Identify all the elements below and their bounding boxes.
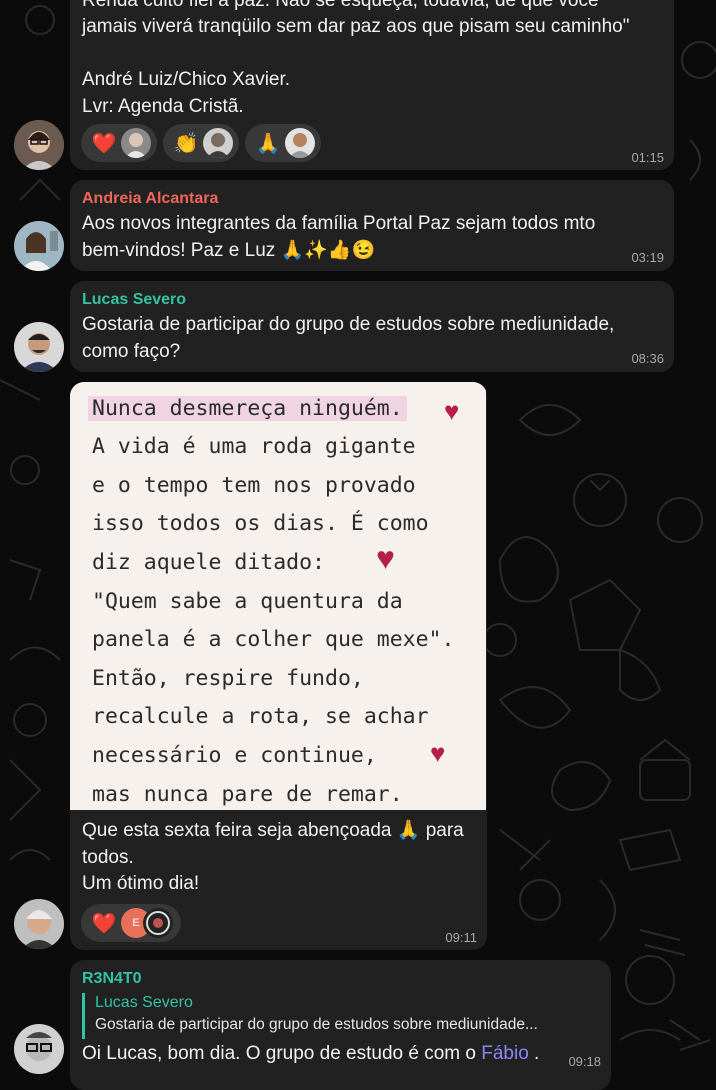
photo-text-line: isso todos os dias. É como [92,511,429,536]
reply-text: Gostaria de participar do grupo de estud… [95,1016,538,1033]
sender-name[interactable]: Lucas Severo [82,291,186,309]
reaction-heart[interactable]: ❤️ E [81,904,181,942]
heart-doodle-icon: ♥ [444,396,460,426]
reactions-bar: ❤️ 👏 🙏 [81,124,321,162]
heart-icon: ❤️ [91,912,117,935]
reaction-heart[interactable]: ❤️ [81,124,157,162]
photo-text-line: Nunca desmereça ninguém. [88,396,407,421]
avatar[interactable] [14,322,64,372]
reaction-clapping[interactable]: 👏 [163,124,239,162]
message-time: 03:19 [631,250,664,265]
message-text-suffix: . [528,1043,540,1064]
reaction-folded-hands[interactable]: 🙏 [245,124,321,162]
message-partial-text: Renda culto fiel à paz. Não se esqueça, … [82,0,599,11]
photo-text-line: panela é a colher que mexe". [92,627,455,652]
heart-doodle-icon: ♥ [430,738,446,768]
reactor-avatar [121,128,151,158]
avatar[interactable] [14,1024,64,1074]
clapping-hands-icon: 👏 [173,132,199,155]
reactions-bar: ❤️ E [81,904,181,942]
message-text: Oi Lucas, bom dia. O grupo de estudo é c… [82,1041,597,1068]
mention-link[interactable]: Fábio [481,1043,529,1064]
photo-text-line: "Quem sabe a quentura da [92,589,403,614]
message-bubble[interactable]: Lucas Severo Gostaria de participar do g… [70,281,674,372]
avatar[interactable] [14,899,64,949]
message-text: jamais viverá tranqüilo sem dar paz aos … [82,16,630,117]
message-time: 09:18 [568,1054,601,1069]
heart-icon: ❤️ [91,132,117,155]
message-bubble[interactable]: Andreia Alcantara Aos novos integrantes … [70,180,674,271]
reactor-avatar [143,908,173,938]
message-text: Que esta sexta feira seja abençoada 🙏 pa… [82,820,464,894]
message-bubble[interactable]: Nunca desmereça ninguém. A vida é uma ro… [70,382,487,950]
message-time: 01:15 [631,150,664,165]
message-bubble[interactable]: Renda culto fiel à paz. Não se esqueça, … [70,0,674,170]
sender-name[interactable]: Andreia Alcantara [82,190,218,208]
reply-quote[interactable]: Lucas Severo Gostaria de participar do g… [82,993,599,1039]
avatar[interactable] [14,120,64,170]
folded-hands-icon: 🙏 [255,132,281,155]
photo-text-line: e o tempo tem nos provado [92,473,416,498]
photo-text-line: mas nunca pare de remar. [92,782,403,807]
photo-text-line: diz aquele ditado: [92,550,325,575]
message-text: Aos novos integrantes da família Portal … [82,213,601,261]
sender-name[interactable]: R3N4T0 [82,970,142,988]
photo-text-line: A vida é uma roda gigante [92,434,416,459]
message-time: 09:11 [445,930,477,945]
heart-doodle-icon: ♥ [376,540,395,576]
photo-text-line: necessário e continue, [92,743,377,768]
photo-text-line: recalcule a rota, se achar [92,704,429,729]
message-time: 08:36 [631,351,664,366]
message-text: Gostaria de participar do grupo de estud… [82,314,620,362]
message-photo[interactable]: Nunca desmereça ninguém. A vida é uma ro… [70,382,486,810]
avatar[interactable] [14,221,64,271]
reactor-avatar [203,128,233,158]
message-bubble[interactable]: R3N4T0 Lucas Severo Gostaria de particip… [70,960,611,1090]
reactor-avatar [285,128,315,158]
message-text-prefix: Oi Lucas, bom dia. O grupo de estudo é c… [82,1043,482,1064]
reply-sender: Lucas Severo [95,994,193,1011]
photo-text-line: Então, respire fundo, [92,666,364,691]
